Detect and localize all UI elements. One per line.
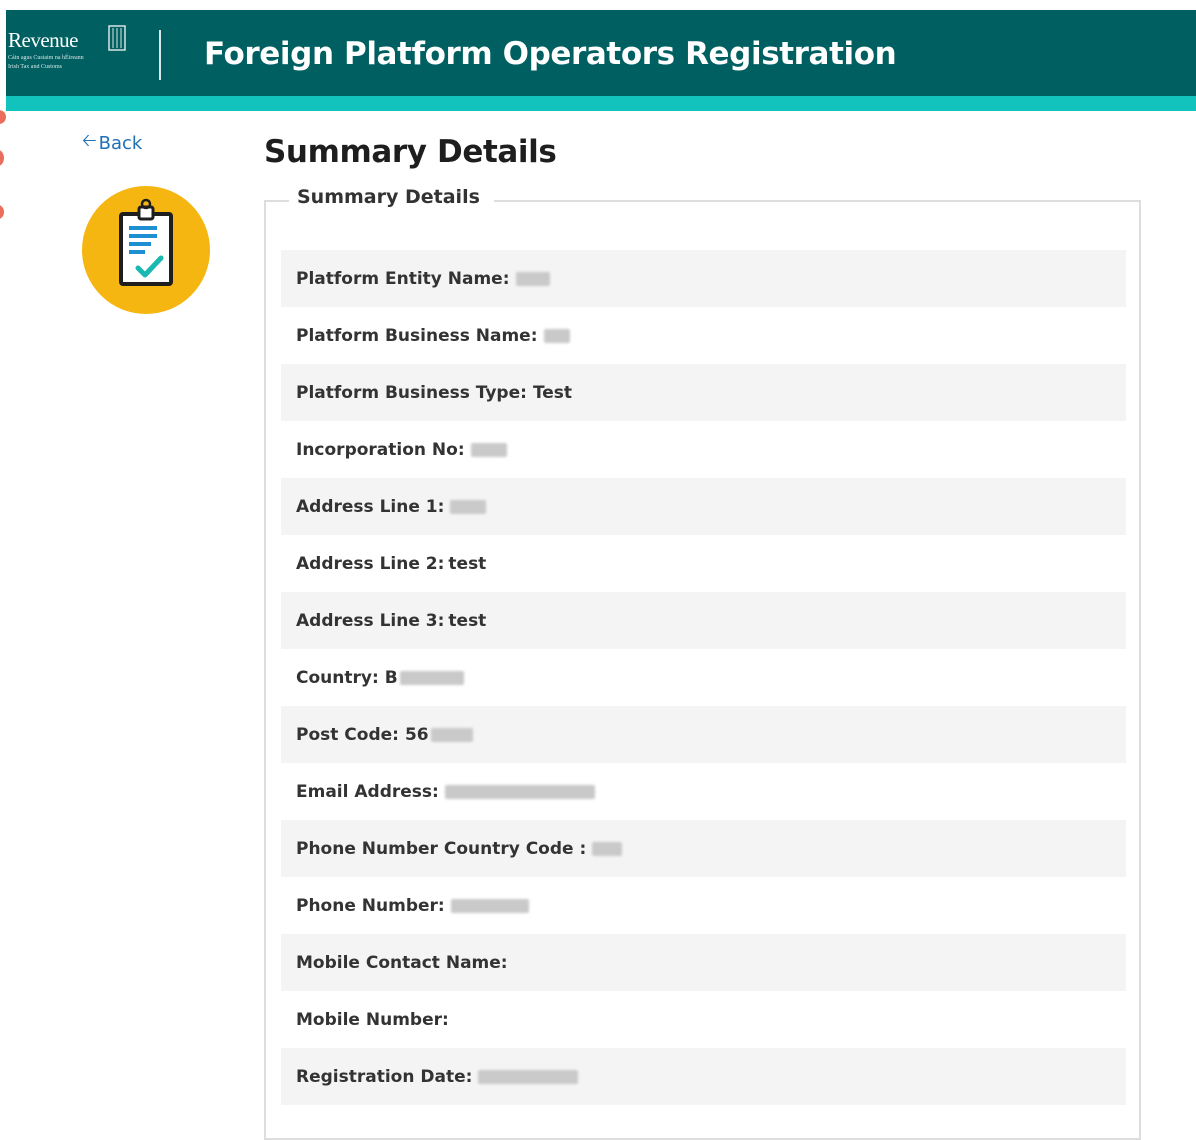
redacted-value bbox=[430, 727, 473, 742]
clipboard-check-icon bbox=[82, 186, 210, 314]
logo-subtext-irish: Cáin agus Custaim na hÉireann bbox=[8, 55, 84, 61]
edge-decoration bbox=[0, 205, 4, 219]
summary-row: Address Line 2: test bbox=[281, 535, 1126, 592]
redacted-value bbox=[450, 898, 529, 913]
row-label: Address Line 1: bbox=[296, 496, 445, 517]
page-title: Summary Details bbox=[264, 134, 557, 170]
edge-decoration bbox=[0, 110, 6, 124]
row-label: Platform Business Name: bbox=[296, 325, 538, 346]
harp-icon bbox=[108, 24, 126, 56]
row-label: Country: bbox=[296, 667, 379, 688]
redacted-value bbox=[470, 442, 507, 457]
summary-row: Mobile Contact Name: bbox=[281, 934, 1126, 991]
row-value: Test bbox=[532, 382, 573, 403]
summary-row: Email Address: bbox=[281, 763, 1126, 820]
app-title: Foreign Platform Operators Registration bbox=[204, 36, 897, 72]
redacted-value bbox=[543, 328, 570, 343]
summary-row: Post Code: 56 bbox=[281, 706, 1126, 763]
summary-row: Platform Business Type: Test bbox=[281, 364, 1126, 421]
redacted-value bbox=[444, 784, 595, 799]
summary-row: Incorporation No: bbox=[281, 421, 1126, 478]
summary-legend: Summary Details bbox=[289, 186, 494, 208]
redacted-value bbox=[592, 841, 623, 856]
row-value: test bbox=[448, 553, 487, 574]
row-label: Registration Date: bbox=[296, 1066, 473, 1087]
redacted-value bbox=[399, 670, 464, 685]
row-label: Address Line 2: bbox=[296, 553, 445, 574]
row-label: Post Code: bbox=[296, 724, 399, 745]
back-link-label: Back bbox=[98, 132, 143, 154]
redacted-value bbox=[478, 1069, 579, 1084]
summary-list: Platform Entity Name: Platform Business … bbox=[281, 250, 1126, 1105]
row-label: Mobile Number: bbox=[296, 1009, 449, 1030]
summary-row: Address Line 3: test bbox=[281, 592, 1126, 649]
arrow-left-icon: 🡠 bbox=[82, 130, 97, 151]
row-label: Platform Business Type: bbox=[296, 382, 527, 403]
row-label: Phone Number: bbox=[296, 895, 445, 916]
summary-row: Address Line 1: bbox=[281, 478, 1126, 535]
row-value: 56 bbox=[404, 724, 429, 745]
summary-row: Country: B bbox=[281, 649, 1126, 706]
summary-row: Mobile Number: bbox=[281, 991, 1126, 1048]
redacted-value bbox=[515, 271, 550, 286]
summary-row: Phone Number Country Code : bbox=[281, 820, 1126, 877]
logo-subtext-english: Irish Tax and Customs bbox=[8, 64, 62, 70]
summary-row: Phone Number: bbox=[281, 877, 1126, 934]
summary-row: Platform Business Name: bbox=[281, 307, 1126, 364]
header-divider bbox=[159, 30, 161, 80]
row-label: Incorporation No: bbox=[296, 439, 465, 460]
header-accent-band bbox=[6, 96, 1196, 111]
row-value: B bbox=[384, 667, 398, 688]
row-value: test bbox=[448, 610, 487, 631]
row-label: Phone Number Country Code : bbox=[296, 838, 587, 859]
redacted-value bbox=[450, 499, 487, 514]
row-label: Platform Entity Name: bbox=[296, 268, 510, 289]
row-label: Email Address: bbox=[296, 781, 439, 802]
row-label: Mobile Contact Name: bbox=[296, 952, 508, 973]
summary-row: Registration Date: bbox=[281, 1048, 1126, 1105]
back-link[interactable]: 🡠 Back bbox=[82, 128, 142, 158]
revenue-logo[interactable]: Revenue Cáin agus Custaim na hÉireann Ir… bbox=[8, 25, 128, 84]
edge-decoration bbox=[0, 150, 4, 166]
summary-row: Platform Entity Name: bbox=[281, 250, 1126, 307]
row-label: Address Line 3: bbox=[296, 610, 445, 631]
